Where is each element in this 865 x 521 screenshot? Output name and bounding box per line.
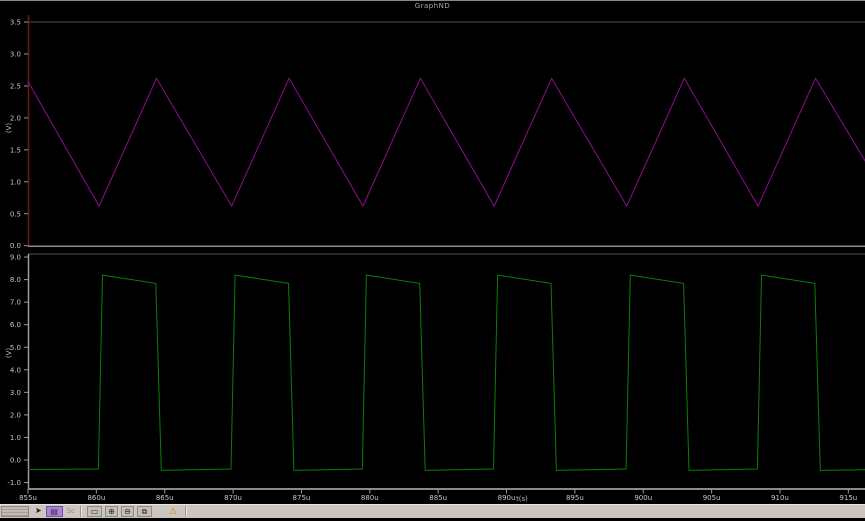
tick-label: 910u [771,494,789,502]
toolbar-separator [185,506,187,517]
charts-canvas[interactable]: 0.00.51.01.52.02.53.03.5-1.00.01.02.03.0… [0,0,865,517]
tool-label: Sc [66,507,75,515]
tick-label: 885u [429,494,447,502]
top-y-axis-label: (V) [5,122,13,134]
zoom-out-button[interactable]: ⊖ [121,506,134,517]
tick-label: 1.0 [10,434,21,442]
tick-label: 905u [703,494,721,502]
bottom-y-axis-label: (V) [5,347,13,359]
tick-label: 880u [361,494,379,502]
tick-label: 8.0 [10,276,21,284]
tick-label: 7.0 [10,299,21,307]
tick-label: 3.0 [10,51,21,59]
tick-label: 860u [87,494,105,502]
tick-label: 915u [839,494,857,502]
warning-icon: ⚠ [168,506,178,517]
tick-label: 6.0 [10,321,21,329]
tick-label: 3.5 [10,19,21,27]
tick-label: 875u [293,494,311,502]
chart-tool-icon: ▤ [50,507,58,516]
tile-button[interactable]: ⧉ [137,506,152,517]
active-tool-button[interactable]: ▤ [45,506,63,517]
window-button[interactable]: ▭ [87,506,102,517]
window-icon: ▭ [90,507,99,516]
toolbar-separator [80,506,82,517]
zoom-out-icon: ⊖ [124,507,131,516]
tick-label: 2.0 [10,411,21,419]
tick-label: 0.0 [10,457,21,465]
graph-window: { "window": { "title": "GraphND" }, "cha… [0,0,865,518]
tick-label: 4.0 [10,366,21,374]
tick-label: 865u [156,494,174,502]
tick-label: 895u [566,494,584,502]
tick-label: 0.0 [10,242,21,250]
tick-label: 2.5 [10,82,21,90]
x-axis-label: t(s) [516,495,528,503]
taskbar-handle-button[interactable] [1,506,29,517]
tick-label: 9.0 [10,254,21,262]
tick-label: 0.5 [10,210,21,218]
tick-label: 855u [19,494,37,502]
tile-icon: ⧉ [141,506,148,516]
graph-plot-area[interactable]: 0.0 0.5 1.0 1.5 2.0 2.5 3.0 3.5 -1.0 0.0 1.0 2.0 3.0… [0,0,865,521]
tick-label: 900u [634,494,652,502]
tick-label: 1.0 [10,178,21,186]
tick-label: 870u [224,494,242,502]
tick-label: -1.0 [7,479,21,487]
zoom-in-icon: ⊕ [108,507,115,516]
tick-label: 1.5 [10,146,21,154]
zoom-in-button[interactable]: ⊕ [105,506,118,517]
bottom-toolbar: ➤ ▤ Sc ▭ ⊕ ⊖ ⧉ ⚠ [0,504,865,518]
pointer-icon[interactable]: ➤ [35,505,42,517]
warning-button[interactable]: ⚠ [166,506,180,517]
triangle-wave-trace [27,77,865,208]
square-wave-trace [27,274,865,471]
tick-label: 3.0 [10,389,21,397]
